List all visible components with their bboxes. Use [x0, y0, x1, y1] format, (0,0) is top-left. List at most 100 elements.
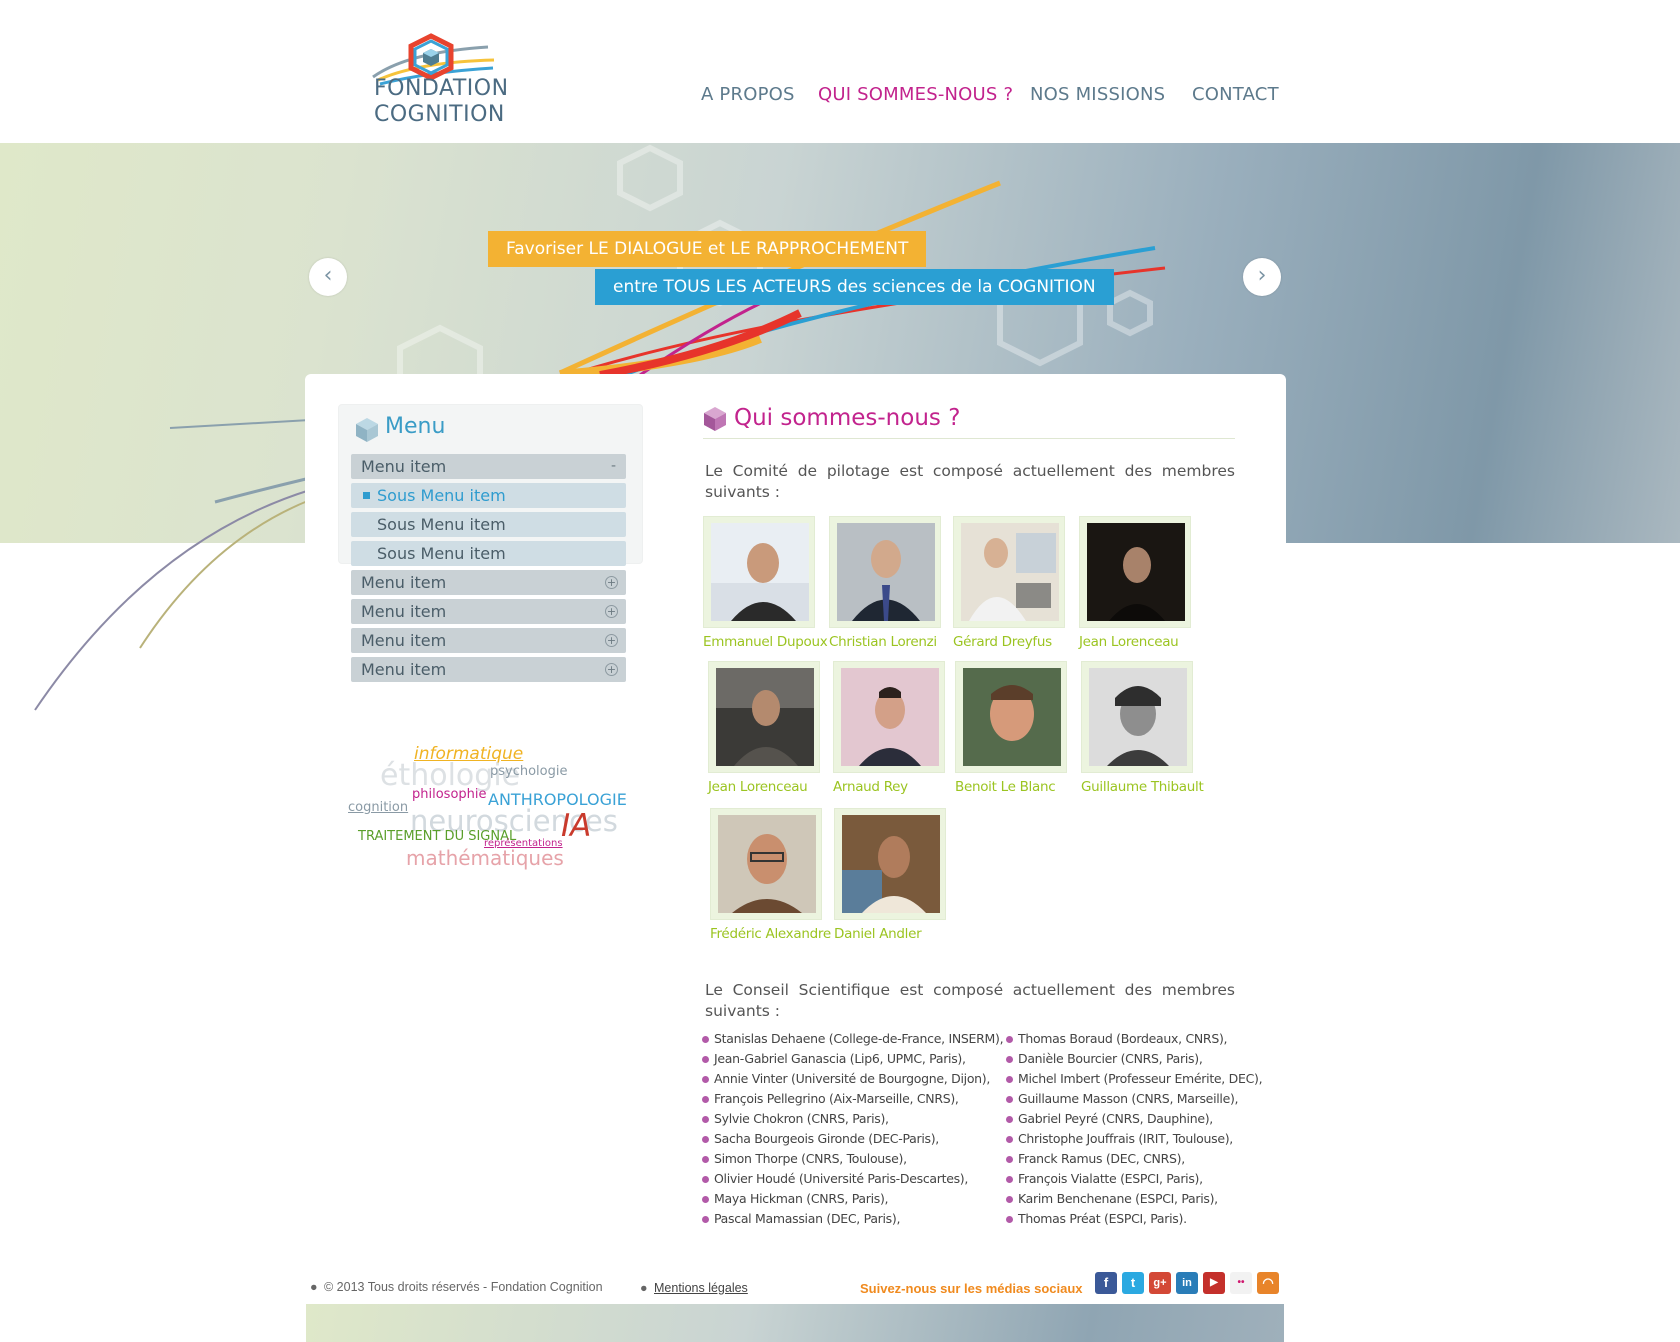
tag-informatique[interactable]: informatique — [414, 744, 523, 764]
sidebar-title: Menu — [385, 414, 446, 439]
menu-item-label: Menu item — [361, 573, 447, 592]
member-photo-frame — [833, 661, 945, 773]
member-photo-frame — [703, 516, 815, 628]
expand-icon[interactable]: + — [605, 663, 618, 676]
member-photo[interactable] — [1087, 523, 1185, 621]
tag-philosophie[interactable]: philosophie — [412, 787, 487, 802]
site-footer: ● © 2013 Tous droits réservés - Fondatio… — [0, 1270, 1680, 1300]
copyright-text: © 2013 Tous droits réservés - Fondation … — [324, 1280, 603, 1294]
list-item: Guillaume Masson (CNRS, Marseille), — [1006, 1089, 1262, 1109]
member-photo[interactable] — [963, 668, 1061, 766]
bullet-icon: ● — [640, 1281, 648, 1295]
member-photo-frame — [955, 661, 1067, 773]
bullet-icon: ● — [310, 1280, 318, 1294]
youtube-icon[interactable]: ▶ — [1203, 1272, 1225, 1294]
list-item: Thomas Boraud (Bordeaux, CNRS), — [1006, 1029, 1262, 1049]
list-item: Stanislas Dehaene (College-de-France, IN… — [702, 1029, 1004, 1049]
member-photo-frame — [710, 808, 822, 920]
member-photo-frame — [1079, 516, 1191, 628]
member-photo[interactable] — [842, 815, 940, 913]
member-photo[interactable] — [718, 815, 816, 913]
slider-next-button[interactable]: › — [1243, 258, 1281, 296]
list-item: Michel Imbert (Professeur Emérite, DEC), — [1006, 1069, 1263, 1089]
member-photo-frame — [834, 808, 946, 920]
council-intro: Le Conseil Scientifique est composé actu… — [705, 981, 1235, 1020]
expand-icon[interactable]: + — [605, 634, 618, 647]
slider-prev-button[interactable]: ‹ — [309, 258, 347, 296]
member-name[interactable]: Gérard Dreyfus — [953, 634, 1052, 650]
sidebar-menu-item-2[interactable]: Menu item + — [351, 570, 626, 595]
member-name[interactable]: Benoit Le Blanc — [955, 779, 1056, 795]
tag-ia[interactable]: IA — [561, 808, 591, 844]
site-header: FONDATION COGNITION A PROPOS QUI SOMMES-… — [0, 0, 1680, 143]
member-photo[interactable] — [716, 668, 814, 766]
flickr-icon[interactable]: •• — [1230, 1272, 1252, 1294]
sidebar-menu-item-1[interactable]: Menu item - — [351, 454, 626, 479]
member-name[interactable]: Arnaud Rey — [833, 779, 908, 795]
sidebar-submenu-item-1[interactable]: Sous Menu item — [351, 483, 626, 508]
list-item: Gabriel Peyré (CNRS, Dauphine), — [1006, 1109, 1262, 1129]
list-item: François Pellegrino (Aix-Marseille, CNRS… — [702, 1089, 1003, 1109]
cube-icon — [356, 418, 378, 442]
member-name[interactable]: Jean Lorenceau — [1079, 634, 1179, 650]
menu-item-label: Menu item — [361, 457, 447, 476]
tag-psychologie[interactable]: psychologie — [490, 764, 568, 779]
sidebar-menu-item-5[interactable]: Menu item + — [351, 657, 626, 682]
member-name[interactable]: Daniel Andler — [834, 926, 922, 942]
twitter-icon[interactable]: t — [1122, 1272, 1144, 1294]
member-photo[interactable] — [1089, 668, 1187, 766]
committee-intro: Le Comité de pilotage est composé actuel… — [705, 462, 1235, 501]
member-name[interactable]: Emmanuel Dupoux — [703, 634, 828, 650]
list-item: Simon Thorpe (CNRS, Toulouse), — [702, 1149, 1003, 1169]
member-name[interactable]: Christian Lorenzi — [829, 634, 937, 650]
list-item: Annie Vinter (Université de Bourgogne, D… — [702, 1069, 1003, 1089]
tag-cognition[interactable]: cognition — [348, 800, 408, 815]
collapse-icon[interactable]: - — [611, 454, 616, 479]
chevron-right-icon: › — [1257, 263, 1267, 288]
rss-icon[interactable]: ◠ — [1257, 1272, 1279, 1294]
decorative-swoosh — [34, 419, 311, 711]
nav-nos-missions[interactable]: NOS MISSIONS — [1030, 84, 1165, 105]
menu-item-label: Menu item — [361, 602, 447, 621]
linkedin-icon[interactable]: in — [1176, 1272, 1198, 1294]
list-item: Olivier Houdé (Université Paris-Descarte… — [702, 1169, 1003, 1189]
sidebar-submenu-item-3[interactable]: Sous Menu item — [351, 541, 626, 566]
menu-item-label: Menu item — [361, 660, 447, 679]
member-photo[interactable] — [837, 523, 935, 621]
list-item: Franck Ramus (DEC, CNRS), — [1006, 1149, 1262, 1169]
list-item: Danièle Bourcier (CNRS, Paris), — [1006, 1049, 1262, 1069]
tag-mathematiques[interactable]: mathématiques — [406, 846, 564, 870]
sidebar-menu-item-3[interactable]: Menu item + — [351, 599, 626, 624]
square-bullet-icon — [363, 492, 370, 499]
sidebar-menu-item-4[interactable]: Menu item + — [351, 628, 626, 653]
list-item: Thomas Préat (ESPCI, Paris). — [1006, 1209, 1262, 1229]
member-photo[interactable] — [961, 523, 1059, 621]
page-title: Qui sommes-nous ? — [734, 405, 961, 431]
follow-us-text: Suivez-nous sur les médias sociaux — [860, 1281, 1083, 1296]
google-plus-icon[interactable]: g+ — [1149, 1272, 1171, 1294]
facebook-icon[interactable]: f — [1095, 1272, 1117, 1294]
cube-icon — [704, 407, 726, 431]
menu-item-label: Menu item — [361, 631, 447, 650]
nav-contact[interactable]: CONTACT — [1192, 84, 1279, 105]
member-name[interactable]: Guillaume Thibault — [1081, 779, 1204, 795]
nav-a-propos[interactable]: A PROPOS — [701, 84, 795, 105]
sidebar-submenu-item-2[interactable]: Sous Menu item — [351, 512, 626, 537]
expand-icon[interactable]: + — [605, 576, 618, 589]
submenu-item-label: Sous Menu item — [377, 486, 506, 505]
member-photo-frame — [1081, 661, 1193, 773]
title-divider — [703, 438, 1235, 439]
member-photo[interactable] — [841, 668, 939, 766]
main-nav: A PROPOS QUI SOMMES-NOUS ? NOS MISSIONS … — [0, 84, 1680, 108]
legal-link[interactable]: Mentions légales — [654, 1281, 748, 1295]
chevron-left-icon: ‹ — [323, 263, 333, 288]
banner-line-2: entre TOUS LES ACTEURS des sciences de l… — [595, 269, 1114, 305]
expand-icon[interactable]: + — [605, 605, 618, 618]
submenu-item-label: Sous Menu item — [377, 544, 506, 563]
nav-qui-sommes-nous[interactable]: QUI SOMMES-NOUS ? — [818, 84, 1013, 105]
member-name[interactable]: Jean Lorenceau — [708, 779, 808, 795]
member-photo[interactable] — [711, 523, 809, 621]
list-item: Christophe Jouffrais (IRIT, Toulouse), — [1006, 1129, 1262, 1149]
list-item: Maya Hickman (CNRS, Paris), — [702, 1189, 1003, 1209]
member-name[interactable]: Frédéric Alexandre — [710, 926, 831, 942]
